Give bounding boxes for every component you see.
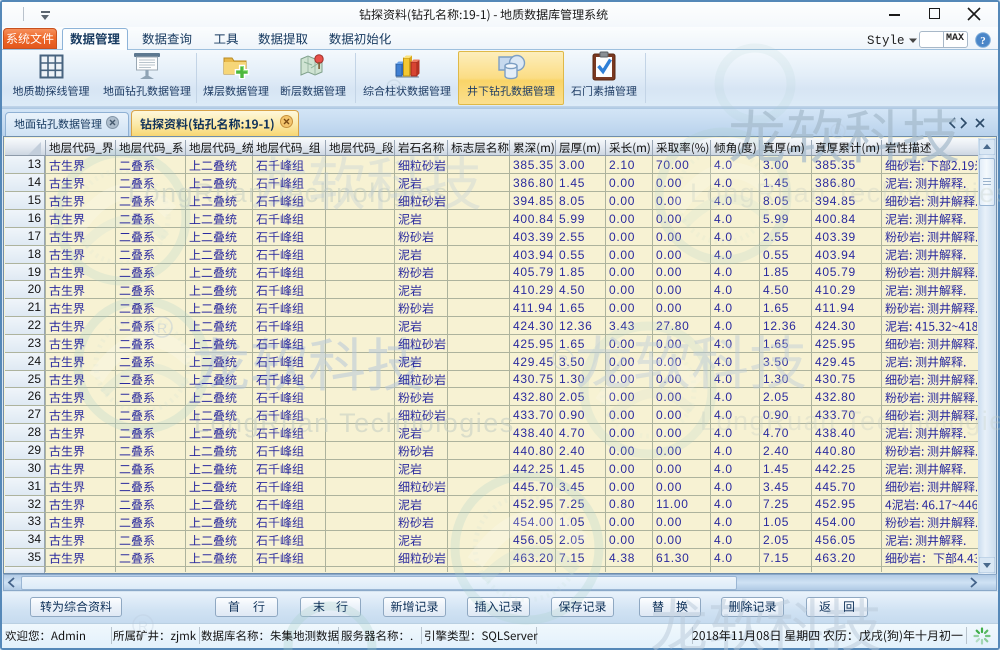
svg-text:?: ?: [980, 35, 986, 47]
